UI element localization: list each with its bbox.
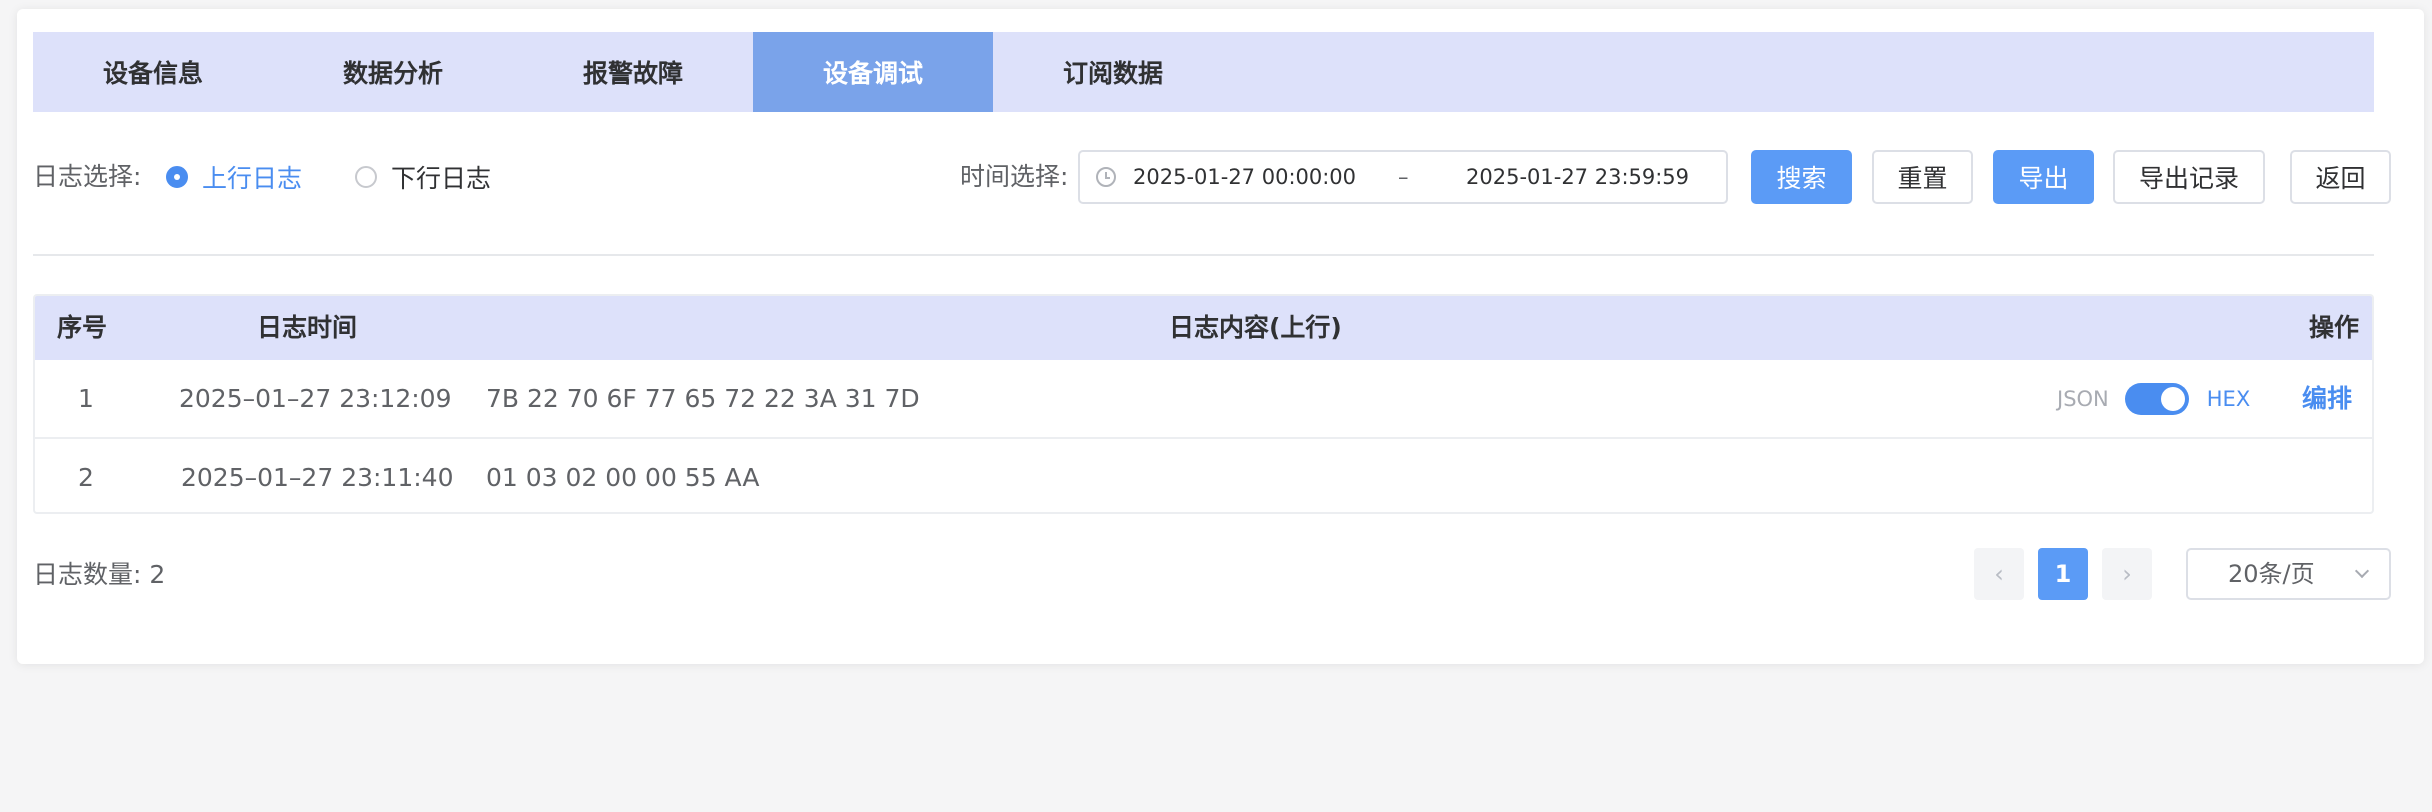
page-size-value: 20条/页 (2228, 560, 2315, 588)
header-time: 日志时间 (257, 313, 358, 342)
radio-downlink-label: 下行日志 (391, 164, 492, 193)
prev-page-button[interactable]: ‹ (1974, 548, 2024, 600)
row-time: 2025–01–27 23:11:40 (181, 463, 454, 492)
format-toggle[interactable] (2124, 382, 2189, 415)
export-records-button[interactable]: 导出记录 (2113, 150, 2265, 204)
tab-subscription-data[interactable]: 订阅数据 (993, 32, 1233, 112)
time-select-label: 时间选择: (960, 162, 1069, 191)
tab-data-analysis[interactable]: 数据分析 (273, 32, 513, 112)
filter-bar: 日志选择: 上行日志 下行日志 时间选择: 2025-01-27 00:00:0… (33, 148, 2391, 206)
radio-unchecked-icon (355, 166, 377, 188)
tab-device-info[interactable]: 设备信息 (33, 32, 273, 112)
header-action: 操作 (2309, 313, 2360, 342)
page-size-select[interactable]: 20条/页 (2186, 548, 2391, 600)
row-content: 7B 22 70 6F 77 65 72 22 3A 31 7D (486, 384, 920, 413)
row-content: 01 03 02 00 00 55 AA (486, 463, 760, 492)
format-switch: JSON HEX (2057, 360, 2250, 437)
radio-uplink-label: 上行日志 (202, 164, 303, 193)
table-row: 2 2025–01–27 23:11:40 01 03 02 00 00 55 … (35, 437, 2372, 512)
tab-bar: 设备信息 数据分析 报警故障 设备调试 订阅数据 (33, 32, 2374, 112)
chevron-left-icon: ‹ (1994, 560, 2004, 588)
switch-hex-label: HEX (2206, 386, 2251, 411)
divider (33, 254, 2374, 256)
clock-icon (1096, 167, 1116, 187)
table-row: 1 2025–01–27 23:12:09 7B 22 70 6F 77 65 … (35, 360, 2372, 437)
back-button[interactable]: 返回 (2290, 150, 2391, 204)
row-index: 2 (78, 463, 94, 492)
tab-device-debug[interactable]: 设备调试 (753, 32, 993, 112)
chevron-right-icon: › (2122, 560, 2132, 588)
chevron-down-icon (2354, 563, 2370, 579)
export-button[interactable]: 导出 (1993, 150, 2094, 204)
row-time: 2025–01–27 23:12:09 (179, 384, 452, 413)
date-range-picker[interactable]: 2025-01-27 00:00:00 – 2025-01-27 23:59:5… (1078, 150, 1728, 204)
radio-uplink-log[interactable]: 上行日志 (166, 148, 302, 206)
switch-json-label: JSON (2057, 386, 2109, 411)
log-select-label: 日志选择: (33, 162, 142, 191)
radio-downlink-log[interactable]: 下行日志 (355, 148, 491, 206)
range-separator: – (1398, 165, 1409, 189)
page-number-button[interactable]: 1 (2038, 548, 2088, 600)
tab-alarm-fault[interactable]: 报警故障 (513, 32, 753, 112)
row-index: 1 (78, 384, 94, 413)
log-table: 序号 日志时间 日志内容(上行) 操作 1 2025–01–27 23:12:0… (33, 294, 2374, 514)
header-index: 序号 (57, 313, 108, 342)
radio-checked-icon (166, 166, 188, 188)
next-page-button[interactable]: › (2102, 548, 2152, 600)
arrange-link[interactable]: 编排 (2302, 360, 2352, 437)
search-button[interactable]: 搜索 (1751, 150, 1852, 204)
end-time-input[interactable]: 2025-01-27 23:59:59 (1466, 165, 1689, 189)
log-count: 日志数量: 2 (33, 560, 166, 589)
table-header: 序号 日志时间 日志内容(上行) 操作 (35, 296, 2372, 360)
header-content: 日志内容(上行) (1169, 313, 1342, 342)
start-time-input[interactable]: 2025-01-27 00:00:00 (1133, 165, 1356, 189)
reset-button[interactable]: 重置 (1872, 150, 1973, 204)
